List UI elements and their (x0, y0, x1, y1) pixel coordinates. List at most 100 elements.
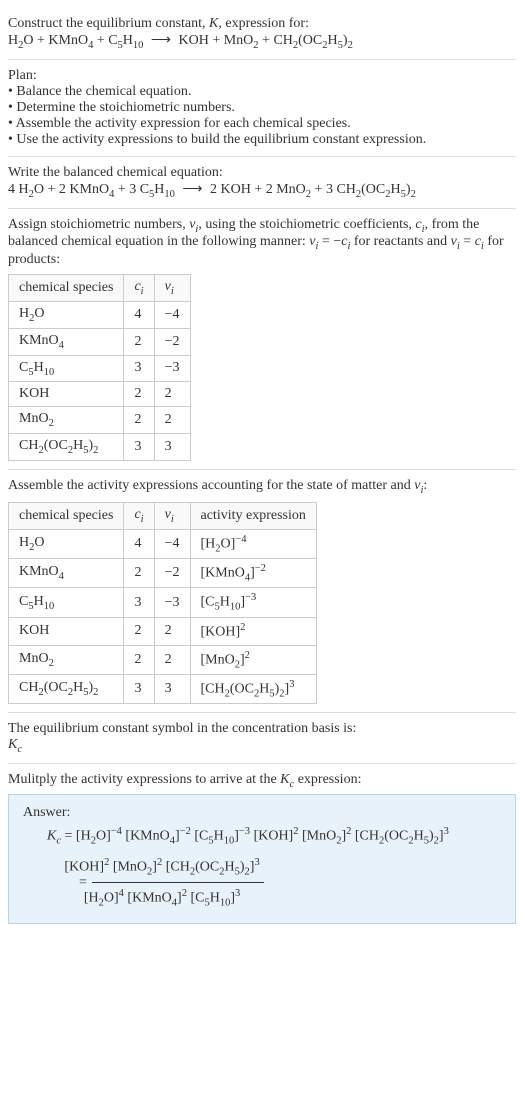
plan-title: Plan: (8, 68, 516, 84)
t: CH (19, 680, 38, 695)
cell-species: CH2(OC2H5)2 (9, 675, 124, 704)
multiply-section: Mulitply the activity expressions to arr… (8, 764, 516, 932)
cell-activity: [KOH]2 (190, 617, 316, 645)
cell-c: 2 (124, 559, 154, 588)
fraction: [KOH]2 [MnO2]2 [CH2(OC2H5)2]3 [H2O]4 [KM… (92, 852, 263, 914)
t: C (19, 360, 28, 375)
cell-v: −2 (154, 559, 190, 588)
s: 10 (230, 602, 241, 613)
t: H (73, 680, 83, 695)
t: H (154, 182, 164, 197)
s: 2 (49, 658, 54, 669)
t: H (391, 182, 401, 197)
t: H (414, 829, 424, 844)
t: [KOH] (64, 859, 104, 874)
assemble-text: Assemble the activity expressions accoun… (8, 478, 516, 496)
t: O + KMnO (23, 33, 88, 48)
cell-species: H2O (9, 529, 124, 558)
cell-v: 3 (154, 675, 190, 704)
t: (OC (195, 859, 219, 874)
plan-bullet: • Balance the chemical equation. (8, 84, 516, 100)
t: (OC (44, 680, 68, 695)
assign-section: Assign stoichiometric numbers, νi, using… (8, 209, 516, 470)
e: 3 (444, 826, 449, 837)
col-vi: νi (154, 502, 190, 529)
s: 10 (44, 601, 55, 612)
e: −3 (245, 592, 256, 603)
t: H (220, 595, 230, 610)
cell-species: KMnO4 (9, 328, 124, 355)
t: [KMnO (124, 891, 172, 906)
t: + 3 CH (311, 182, 356, 197)
t: H (34, 360, 44, 375)
t: [CH (201, 682, 225, 697)
cell-v: −3 (154, 355, 190, 382)
t: [H (201, 536, 216, 551)
table-header-row: chemical species ci νi activity expressi… (9, 502, 317, 529)
t: 2 KOH + 2 MnO (210, 182, 306, 197)
t: (OC (384, 829, 408, 844)
stoich-table: chemical species ci νi H2O 4 −4 KMnO4 2 … (8, 274, 191, 461)
k: K (47, 829, 56, 844)
t: KMnO (19, 564, 59, 579)
table-row: MnO2 2 2 (9, 407, 191, 434)
s: 10 (44, 366, 55, 377)
plan-bullet: • Determine the stoichiometric numbers. (8, 100, 516, 116)
s: i (171, 514, 174, 525)
symbol-section: The equilibrium constant symbol in the c… (8, 713, 516, 764)
balanced-title: Write the balanced chemical equation: (8, 165, 516, 181)
s: 2 (49, 418, 54, 429)
t: H (8, 33, 18, 48)
assign-text: Assign stoichiometric numbers, νi, using… (8, 217, 516, 269)
t: + C (93, 33, 117, 48)
table-row: C5H10 3 −3 [C5H10]−3 (9, 588, 317, 617)
cell-c: 3 (124, 355, 154, 382)
cell-species: C5H10 (9, 588, 124, 617)
cell-c: 2 (124, 382, 154, 407)
k: K (8, 737, 17, 752)
t: [KOH] (201, 625, 241, 640)
s: i (141, 286, 144, 297)
cell-species: C5H10 (9, 355, 124, 382)
cell-v: 2 (154, 407, 190, 434)
t: O] (221, 536, 236, 551)
cell-species: MnO2 (9, 407, 124, 434)
t: , using the stoichiometric coefficients, (198, 217, 415, 232)
t: H (259, 682, 269, 697)
text: Construct the equilibrium constant, (8, 16, 209, 31)
t: KOH + MnO (179, 33, 254, 48)
t: O (34, 306, 44, 321)
e: −4 (235, 534, 246, 545)
numerator: [KOH]2 [MnO2]2 [CH2(OC2H5)2]3 (92, 852, 263, 883)
t: O (34, 535, 44, 550)
t: [C (191, 829, 209, 844)
symbol-text: The equilibrium constant symbol in the c… (8, 721, 516, 737)
t: (OC (298, 33, 322, 48)
t: [C (187, 891, 205, 906)
answer-box: Answer: Kc = [H2O]−4 [KMnO4]−2 [C5H10]−3… (8, 794, 516, 924)
t: [CH (351, 829, 379, 844)
denominator: [H2O]4 [KMnO4]2 [C5H10]3 (92, 883, 263, 913)
t: Assign stoichiometric numbers, (8, 217, 189, 232)
cell-activity: [MnO2]2 (190, 645, 316, 674)
cell-activity: [CH2(OC2H5)2]3 (190, 675, 316, 704)
t: O] (104, 891, 119, 906)
cell-species: KOH (9, 617, 124, 645)
s: i (171, 286, 174, 297)
t: [CH (162, 859, 190, 874)
t: Assemble the activity expressions accoun… (8, 478, 414, 493)
t: [H (84, 891, 99, 906)
e: −3 (239, 826, 250, 837)
t: Mulitply the activity expressions to arr… (8, 772, 280, 787)
s: 4 (59, 340, 64, 351)
t: H (210, 891, 220, 906)
table-row: CH2(OC2H5)2 3 3 (9, 434, 191, 461)
s: 10 (164, 189, 175, 200)
t: KMnO (19, 333, 59, 348)
s: 10 (224, 836, 235, 847)
e: −2 (180, 826, 191, 837)
e: 3 (254, 857, 259, 868)
cell-v: 2 (154, 617, 190, 645)
balanced-equation: 4 H2O + 2 KMnO4 + 3 C5H10 ⟶ 2 KOH + 2 Mn… (8, 181, 516, 200)
cell-c: 3 (124, 434, 154, 461)
